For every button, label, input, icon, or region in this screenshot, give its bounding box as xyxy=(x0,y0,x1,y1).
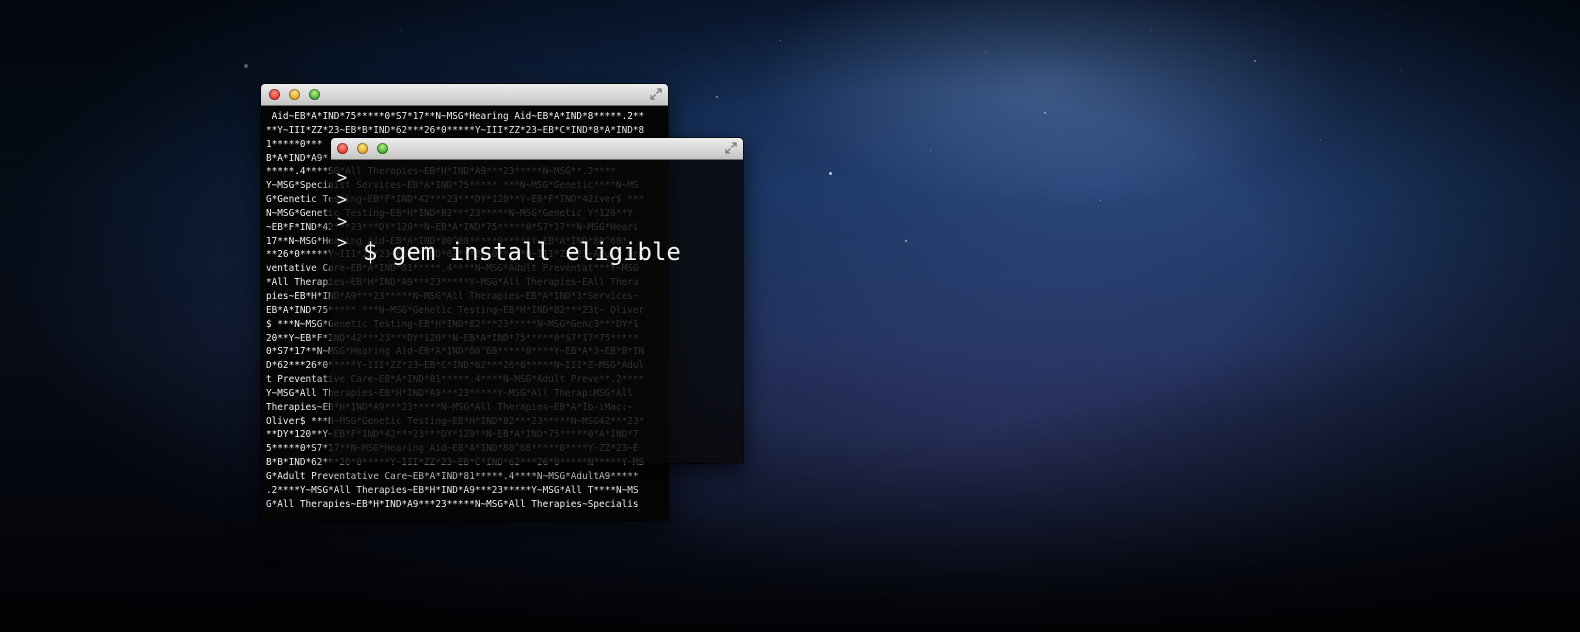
back-terminal-titlebar[interactable] xyxy=(261,84,668,106)
front-terminal-titlebar[interactable] xyxy=(331,138,743,160)
minimize-button[interactable] xyxy=(357,143,368,154)
fullscreen-icon[interactable] xyxy=(650,88,662,100)
front-terminal-window[interactable]: > > > > $ gem install eligible xyxy=(331,138,743,463)
prompt-marker: > xyxy=(337,168,348,188)
background-vignette xyxy=(0,0,1580,632)
terminal-output-line: G*Adult Preventative Care~EB*A*IND*81***… xyxy=(266,470,639,482)
terminal-output-line: **Y~III*ZZ*23~EB*B*IND*62***26*0*****Y~I… xyxy=(266,124,645,136)
star xyxy=(400,30,401,31)
star xyxy=(905,240,907,242)
close-button[interactable] xyxy=(337,143,348,154)
star xyxy=(244,64,248,68)
star xyxy=(1044,112,1046,114)
prompt-marker: > xyxy=(337,233,348,253)
star xyxy=(780,40,781,41)
fullscreen-icon[interactable] xyxy=(725,142,737,154)
star xyxy=(985,52,986,53)
prompt-marker: > xyxy=(337,212,348,232)
star xyxy=(1400,70,1401,71)
terminal-output-line: .2****Y~MSG*All Therapies~EB*H*IND*A9***… xyxy=(266,484,639,496)
terminal-output-line: Aid~EB*A*IND*75*****0*S7*17**N~MSG*Heari… xyxy=(266,111,645,122)
star xyxy=(1150,30,1151,31)
close-button[interactable] xyxy=(269,89,280,100)
terminal-output-line: G*All Therapies~EB*H*IND*A9***23*****N~M… xyxy=(266,498,639,510)
prompt-marker: > xyxy=(337,190,348,210)
front-terminal-output[interactable]: > > > > $ gem install eligible xyxy=(331,160,743,463)
zoom-button[interactable] xyxy=(309,89,320,100)
minimize-button[interactable] xyxy=(289,89,300,100)
star xyxy=(716,96,718,98)
star xyxy=(1100,200,1101,201)
star xyxy=(829,172,832,175)
star xyxy=(930,150,931,151)
star xyxy=(1320,140,1321,141)
star xyxy=(1254,60,1256,62)
command-line[interactable]: $ gem install eligible xyxy=(363,238,681,266)
zoom-button[interactable] xyxy=(377,143,388,154)
